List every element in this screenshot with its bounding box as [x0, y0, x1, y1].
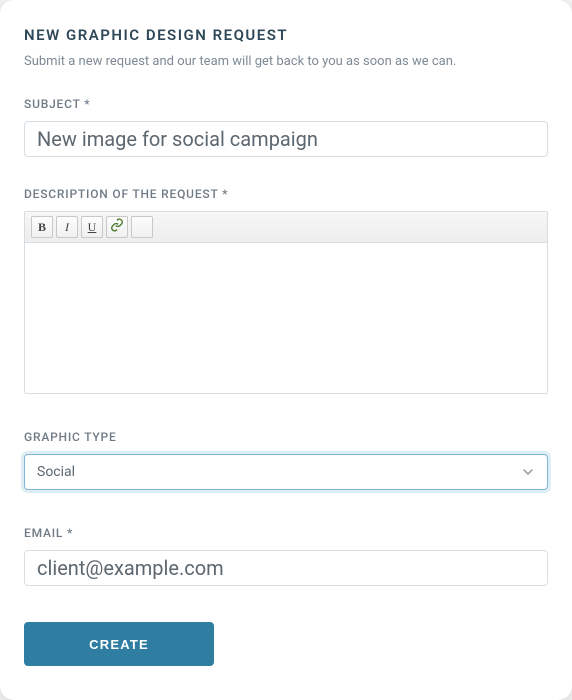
page-title: NEW GRAPHIC DESIGN REQUEST [24, 26, 548, 44]
form-card: NEW GRAPHIC DESIGN REQUEST Submit a new … [0, 0, 572, 700]
graphic-type-select-wrapper: Social [24, 454, 548, 490]
email-field-group: EMAIL * [24, 526, 548, 586]
link-icon [110, 218, 124, 236]
bold-button[interactable]: B [31, 216, 53, 238]
graphic-type-select[interactable]: Social [24, 454, 548, 490]
subject-label: SUBJECT * [24, 97, 548, 111]
email-input[interactable] [24, 550, 548, 586]
rte-toolbar: B I U [25, 212, 547, 243]
description-field-group: DESCRIPTION OF THE REQUEST * B I U [24, 187, 548, 394]
page-subtitle: Submit a new request and our team will g… [24, 54, 548, 69]
image-button[interactable] [131, 216, 153, 238]
graphic-type-field-group: GRAPHIC TYPE Social [24, 430, 548, 490]
email-label: EMAIL * [24, 526, 548, 540]
rich-text-editor: B I U [24, 211, 548, 394]
description-label: DESCRIPTION OF THE REQUEST * [24, 187, 548, 201]
description-input[interactable] [25, 243, 547, 393]
graphic-type-label: GRAPHIC TYPE [24, 430, 548, 444]
create-button[interactable]: CREATE [24, 622, 214, 666]
link-button[interactable] [106, 216, 128, 238]
underline-button[interactable]: U [81, 216, 103, 238]
italic-button[interactable]: I [56, 216, 78, 238]
subject-field-group: SUBJECT * [24, 97, 548, 157]
subject-input[interactable] [24, 121, 548, 157]
